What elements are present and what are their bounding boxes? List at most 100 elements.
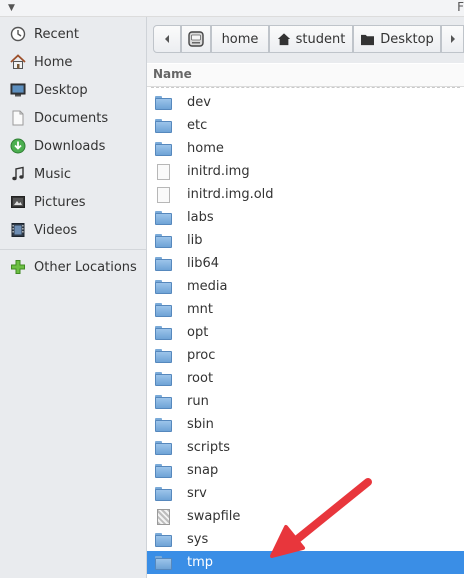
file-row[interactable]: mnt: [147, 298, 464, 321]
file-row[interactable]: lib: [147, 229, 464, 252]
file-row[interactable]: tmp: [147, 551, 464, 574]
file-name: lib64: [187, 256, 220, 271]
file-row[interactable]: etc: [147, 114, 464, 137]
file-name: opt: [187, 325, 209, 340]
sidebar-item-pictures[interactable]: Pictures: [0, 190, 146, 214]
music-icon: [8, 164, 28, 184]
sidebar-item-recent[interactable]: Recent: [0, 22, 146, 46]
folder-icon: [155, 302, 173, 318]
sidebar-item-videos[interactable]: Videos: [0, 218, 146, 242]
places-sidebar: Recent Home Desktop Documents Downloads …: [0, 17, 147, 578]
file-row[interactable]: dev: [147, 91, 464, 114]
folder-icon: [155, 95, 173, 111]
file-name: dev: [187, 95, 211, 110]
arrow-right-icon: [450, 35, 455, 43]
file-row[interactable]: media: [147, 275, 464, 298]
path-segment-label: student: [295, 31, 346, 47]
video-icon: [8, 220, 28, 240]
file-name: initrd.img.old: [187, 187, 274, 202]
sidebar-item-label: Recent: [34, 26, 79, 42]
file-name: home: [187, 141, 224, 156]
file-row[interactable]: proc: [147, 344, 464, 367]
path-segment-label: home: [221, 31, 259, 47]
file-icon: [155, 163, 173, 180]
download-icon: [8, 136, 28, 156]
arrow-left-icon: [165, 35, 169, 43]
file-name: sbin: [187, 417, 214, 432]
plus-icon: [8, 257, 28, 277]
file-name: srv: [187, 486, 207, 501]
file-name: sys: [187, 532, 209, 547]
file-row[interactable]: lib64: [147, 252, 464, 275]
path-segment-desktop[interactable]: Desktop: [353, 25, 441, 53]
path-bar: home student Desktop: [147, 17, 464, 63]
file-row[interactable]: initrd.img.old: [147, 183, 464, 206]
folder-icon: [155, 210, 173, 226]
file-row[interactable]: home: [147, 137, 464, 160]
file-row[interactable]: labs: [147, 206, 464, 229]
file-row[interactable]: scripts: [147, 436, 464, 459]
file-row[interactable]: root: [147, 367, 464, 390]
file-name: initrd.img: [187, 164, 250, 179]
sidebar-item-music[interactable]: Music: [0, 162, 146, 186]
file-row[interactable]: sbin: [147, 413, 464, 436]
window-title: F: [457, 0, 464, 14]
file-name: mnt: [187, 302, 213, 317]
column-header-name[interactable]: Name: [147, 64, 464, 87]
sidebar-item-desktop[interactable]: Desktop: [0, 78, 146, 102]
file-name: tmp: [187, 555, 214, 570]
path-segment-student[interactable]: student: [269, 25, 353, 53]
drive-icon: [188, 31, 204, 47]
file-row[interactable]: snap: [147, 459, 464, 482]
folder-icon: [155, 440, 173, 456]
sidebar-item-label: Videos: [34, 222, 78, 238]
file-row[interactable]: initrd.img: [147, 160, 464, 183]
folder-icon: [155, 141, 173, 157]
folder-icon: [155, 532, 173, 548]
folder-icon: [361, 34, 375, 45]
window-menu-arrow-icon[interactable]: ▼: [8, 3, 15, 13]
home-icon: [8, 52, 28, 72]
sidebar-item-label: Home: [34, 54, 73, 70]
home-icon: [277, 33, 290, 46]
sidebar-item-label: Downloads: [34, 138, 106, 154]
path-root-button[interactable]: [181, 25, 211, 53]
file-name: root: [187, 371, 214, 386]
file-row[interactable]: srv: [147, 482, 464, 505]
pictures-icon: [8, 192, 28, 212]
file-row[interactable]: run: [147, 390, 464, 413]
sidebar-item-label: Music: [34, 166, 71, 182]
sidebar-item-label: Pictures: [34, 194, 86, 210]
folder-icon: [155, 555, 173, 571]
clock-icon: [8, 24, 28, 44]
sidebar-item-other-locations[interactable]: Other Locations: [0, 255, 146, 279]
sidebar-item-label: Other Locations: [34, 259, 137, 275]
document-icon: [8, 108, 28, 128]
path-scroll-left-button[interactable]: [153, 25, 181, 53]
file-row[interactable]: swapfile: [147, 505, 464, 528]
file-row[interactable]: opt: [147, 321, 464, 344]
folder-icon: [155, 463, 173, 479]
file-name: swapfile: [187, 509, 241, 524]
sidebar-separator: [0, 249, 146, 250]
path-scroll-right-button[interactable]: [441, 25, 464, 53]
file-name: etc: [187, 118, 208, 133]
sidebar-item-downloads[interactable]: Downloads: [0, 134, 146, 158]
folder-icon: [155, 394, 173, 410]
path-segment-home[interactable]: home: [211, 25, 269, 53]
folder-icon: [155, 118, 173, 134]
desktop-icon: [8, 80, 28, 100]
file-name: lib: [187, 233, 203, 248]
sidebar-item-home[interactable]: Home: [0, 50, 146, 74]
file-name: labs: [187, 210, 214, 225]
file-row[interactable]: sys: [147, 528, 464, 551]
folder-icon: [155, 325, 173, 341]
folder-icon: [155, 486, 173, 502]
sidebar-item-documents[interactable]: Documents: [0, 106, 146, 130]
folder-icon: [155, 279, 173, 295]
column-header-label: Name: [153, 67, 192, 81]
file-name: scripts: [187, 440, 230, 455]
drop-indicator-line: [151, 87, 460, 88]
title-bar: ▼ F: [0, 0, 464, 17]
folder-icon: [155, 256, 173, 272]
